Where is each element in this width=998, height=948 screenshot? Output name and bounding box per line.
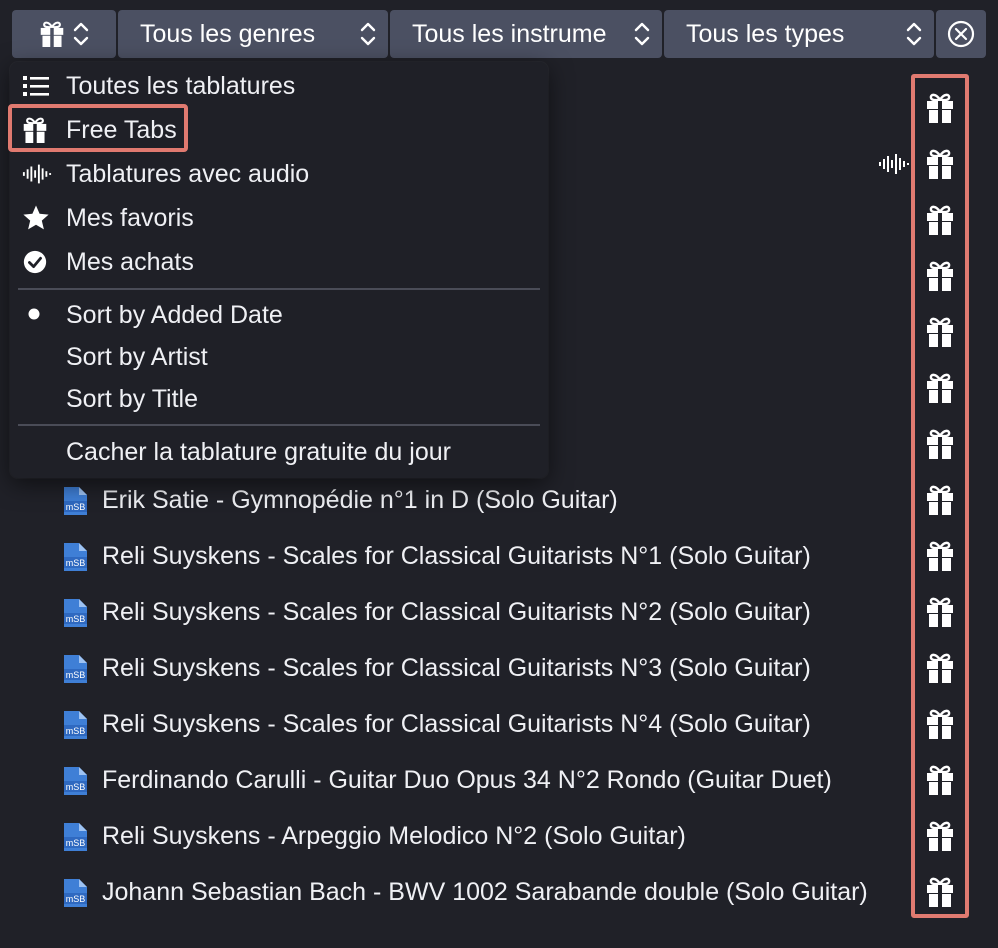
file-icon-label: mSB: [66, 894, 86, 904]
tab-title: Reli Suyskens - Scales for Classical Gui…: [102, 542, 811, 570]
tab-title: Reli Suyskens - Arpeggio Melodico N°2 (S…: [102, 822, 686, 850]
menu-item-sort-added-date[interactable]: Sort by Added Date: [10, 294, 548, 336]
menu-item-label: Toutes les tablatures: [66, 72, 296, 100]
menu-item-label: Cacher la tablature gratuite du jour: [66, 438, 451, 466]
file-icon: mSB: [60, 542, 90, 572]
menu-item-label: Mes achats: [66, 248, 194, 276]
file-icon: mSB: [60, 878, 90, 908]
tab-row[interactable]: mSB Erik Satie - Gymnopédie n°1 in D (So…: [0, 472, 998, 528]
tab-row[interactable]: mSB Johann Sebastian Bach - BWV 1002 Sar…: [0, 864, 998, 920]
selected-dot-icon: [22, 302, 50, 330]
audio-wave-icon: [22, 160, 52, 188]
menu-item-purchases[interactable]: Mes achats: [10, 240, 548, 284]
tab-title: Reli Suyskens - Scales for Classical Gui…: [102, 710, 811, 738]
chevron-updown-icon: [622, 21, 662, 47]
star-icon: [22, 204, 50, 232]
file-icon-label: mSB: [66, 614, 86, 624]
chevron-updown-icon: [348, 21, 388, 47]
file-icon: mSB: [60, 598, 90, 628]
menu-item-label: Sort by Title: [66, 385, 198, 413]
menu-item-sort-artist[interactable]: Sort by Artist: [10, 336, 548, 378]
close-circle-icon: [946, 19, 976, 49]
chevron-updown-icon: [894, 21, 934, 47]
file-icon-label: mSB: [66, 670, 86, 680]
free-tabs-highlight: [8, 104, 188, 152]
menu-item-hide-daily-free-tab[interactable]: Cacher la tablature gratuite du jour: [10, 430, 548, 474]
type-select-label: Tous les types: [686, 19, 845, 48]
collection-filter-menu: Toutes les tablatures Free Tabs Tablatur…: [8, 62, 548, 478]
filter-toolbar: Tous les genres Tous les instrume Tous l…: [12, 10, 986, 58]
menu-item-label: Tablatures avec audio: [66, 160, 310, 188]
file-icon: mSB: [60, 710, 90, 740]
file-icon-label: mSB: [66, 502, 86, 512]
tab-title: Ferdinando Carulli - Guitar Duo Opus 34 …: [102, 766, 832, 794]
file-icon: mSB: [60, 486, 90, 516]
menu-item-all-tabs[interactable]: Toutes les tablatures: [10, 64, 548, 108]
menu-item-favorites[interactable]: Mes favoris: [10, 196, 548, 240]
tab-row[interactable]: mSB Reli Suyskens - Arpeggio Melodico N°…: [0, 808, 998, 864]
clear-filters-button[interactable]: [936, 10, 986, 58]
instrument-select[interactable]: Tous les instrume: [390, 10, 662, 58]
file-icon: mSB: [60, 766, 90, 796]
menu-separator: [18, 288, 540, 290]
genre-select-label: Tous les genres: [140, 19, 316, 48]
tab-title: Erik Satie - Gymnopédie n°1 in D (Solo G…: [102, 486, 618, 514]
tab-row[interactable]: mSB Reli Suyskens - Scales for Classical…: [0, 640, 998, 696]
menu-item-label: Sort by Added Date: [66, 301, 283, 329]
tab-row[interactable]: mSB Ferdinando Carulli - Guitar Duo Opus…: [0, 752, 998, 808]
tab-title: Reli Suyskens - Scales for Classical Gui…: [102, 654, 811, 682]
file-icon-label: mSB: [66, 782, 86, 792]
tab-row[interactable]: mSB Reli Suyskens - Scales for Classical…: [0, 528, 998, 584]
checkmark-circle-icon: [22, 248, 50, 276]
menu-item-label: Sort by Artist: [66, 343, 208, 371]
tab-title: Reli Suyskens - Scales for Classical Gui…: [102, 598, 811, 626]
file-icon-label: mSB: [66, 726, 86, 736]
chevron-updown-icon: [73, 21, 89, 47]
collection-filter-button[interactable]: [12, 10, 116, 58]
list-icon: [22, 72, 50, 100]
menu-item-tabs-with-audio[interactable]: Tablatures avec audio: [10, 152, 548, 196]
file-icon-label: mSB: [66, 558, 86, 568]
instrument-select-label: Tous les instrume: [412, 19, 607, 48]
free-tab-column-highlight: [911, 74, 969, 918]
menu-item-label: Mes favoris: [66, 204, 194, 232]
type-select[interactable]: Tous les types: [664, 10, 934, 58]
file-icon: mSB: [60, 654, 90, 684]
file-icon: mSB: [60, 822, 90, 852]
menu-separator: [18, 424, 540, 426]
menu-item-sort-title[interactable]: Sort by Title: [10, 378, 548, 420]
tab-title: Johann Sebastian Bach - BWV 1002 Saraban…: [102, 878, 868, 906]
audio-wave-icon: [878, 152, 910, 176]
genre-select[interactable]: Tous les genres: [118, 10, 388, 58]
gift-icon: [39, 20, 65, 48]
file-icon-label: mSB: [66, 838, 86, 848]
tab-row[interactable]: mSB Reli Suyskens - Scales for Classical…: [0, 696, 998, 752]
tab-row[interactable]: mSB Reli Suyskens - Scales for Classical…: [0, 584, 998, 640]
